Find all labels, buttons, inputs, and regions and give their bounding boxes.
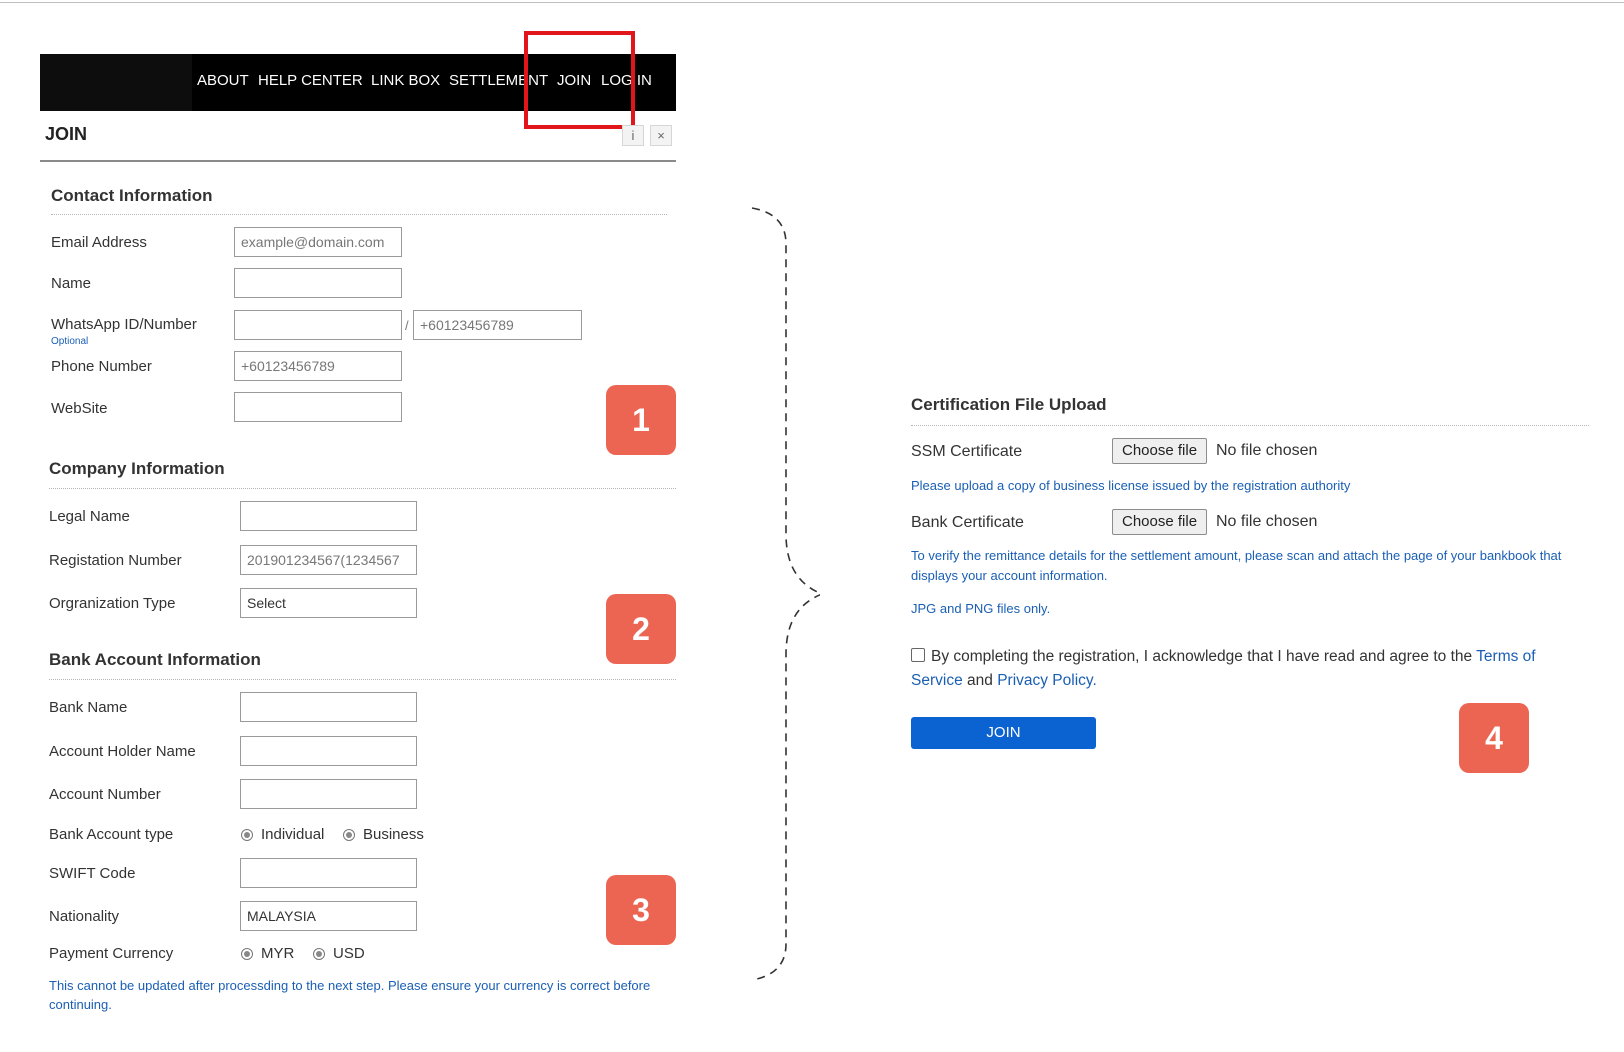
website-field[interactable] <box>234 392 402 422</box>
radio-usd[interactable]: USD <box>313 945 365 962</box>
nationality-label: Nationality <box>49 908 120 925</box>
brace-connector <box>751 207 820 981</box>
account-number-field[interactable] <box>240 779 417 809</box>
registration-number-field[interactable]: 201901234567(1234567 <box>240 545 417 575</box>
page-title: JOIN <box>45 124 88 144</box>
header-divider <box>40 160 676 162</box>
logo[interactable] <box>40 54 192 111</box>
whatsapp-label: WhatsApp ID/Number <box>51 316 197 333</box>
phone-field[interactable]: +60123456789 <box>234 351 402 381</box>
bank-file-status: No file chosen <box>1216 513 1318 530</box>
ssm-file-status: No file chosen <box>1216 442 1318 459</box>
agree-text: By completing the registration, I acknow… <box>911 645 1591 693</box>
organization-type-select[interactable]: Select <box>240 588 417 618</box>
radio-myr-label: MYR <box>261 945 295 962</box>
whatsapp-number-field[interactable]: +60123456789 <box>413 310 582 340</box>
step-badge-1: 1 <box>606 385 676 455</box>
optional-tag: Optional <box>51 336 89 347</box>
radio-business-label: Business <box>363 826 424 843</box>
organization-type-label: Orgranization Type <box>49 595 176 612</box>
bank-section-divider <box>49 679 676 680</box>
bank-certificate-note: To verify the remittance details for the… <box>911 548 1562 583</box>
cert-section-title: Certification File Upload <box>911 395 1107 414</box>
whatsapp-id-field[interactable] <box>234 310 402 340</box>
radio-usd-label: USD <box>333 945 365 962</box>
info-button[interactable]: i <box>622 125 644 146</box>
phone-label: Phone Number <box>51 358 152 375</box>
name-label: Name <box>51 275 92 292</box>
nav-link-box[interactable]: LINK BOX <box>371 72 440 89</box>
bank-name-field[interactable] <box>240 692 417 722</box>
step-badge-3: 3 <box>606 875 676 945</box>
account-holder-label: Account Holder Name <box>49 743 196 760</box>
legal-name-field[interactable] <box>240 501 417 531</box>
name-field[interactable] <box>234 268 402 298</box>
join-submit-button[interactable]: JOIN <box>911 717 1096 749</box>
bank-certificate-label: Bank Certificate <box>911 514 1024 531</box>
radio-individual-label: Individual <box>261 826 325 843</box>
swift-code-label: SWIFT Code <box>49 865 136 882</box>
agree-and: and <box>967 672 993 689</box>
nationality-field[interactable]: MALAYSIA <box>240 901 417 931</box>
bank-account-type-label: Bank Account type <box>49 826 174 843</box>
cert-section-divider <box>911 425 1589 426</box>
account-holder-field[interactable] <box>240 736 417 766</box>
currency-note: This cannot be updated after processding… <box>49 978 651 1012</box>
registration-number-label: Registation Number <box>49 552 182 569</box>
contact-section-divider <box>51 214 667 215</box>
top-divider <box>0 2 1624 3</box>
contact-section-title: Contact Information <box>51 186 213 205</box>
whatsapp-separator: / <box>405 318 409 333</box>
radio-dot <box>343 828 355 841</box>
privacy-link[interactable]: Privacy Policy. <box>997 672 1097 689</box>
email-label: Email Address <box>51 234 147 251</box>
email-field[interactable]: example@domain.com <box>234 227 402 257</box>
nav-about[interactable]: ABOUT <box>197 72 249 89</box>
step-badge-4: 4 <box>1459 703 1529 773</box>
website-label: WebSite <box>51 400 108 417</box>
ssm-choose-file-button[interactable]: Choose file <box>1112 438 1208 464</box>
agree-statement: By completing the registration, I acknow… <box>931 648 1473 665</box>
swift-code-field[interactable] <box>240 858 417 888</box>
company-section-title: Company Information <box>49 459 225 478</box>
company-section-divider <box>49 488 676 489</box>
nav-help-center[interactable]: HELP CENTER <box>258 72 363 89</box>
payment-currency-label: Payment Currency <box>49 945 174 962</box>
ssm-note: Please upload a copy of business license… <box>911 478 1351 493</box>
bank-name-label: Bank Name <box>49 699 128 716</box>
radio-dot <box>241 828 253 841</box>
bank-section-title: Bank Account Information <box>49 650 261 669</box>
account-number-label: Account Number <box>49 786 161 803</box>
radio-dot <box>241 947 253 960</box>
radio-myr[interactable]: MYR <box>241 945 294 962</box>
join-highlight-box <box>524 31 635 129</box>
bank-choose-file-button[interactable]: Choose file <box>1112 509 1208 535</box>
radio-business[interactable]: Business <box>343 826 424 843</box>
ssm-certificate-label: SSM Certificate <box>911 443 1023 460</box>
step-badge-2: 2 <box>606 594 676 664</box>
legal-name-label: Legal Name <box>49 508 130 525</box>
radio-individual[interactable]: Individual <box>241 826 324 843</box>
file-format-note: JPG and PNG files only. <box>911 601 1051 616</box>
close-button[interactable]: × <box>650 125 672 146</box>
radio-dot <box>313 947 325 960</box>
